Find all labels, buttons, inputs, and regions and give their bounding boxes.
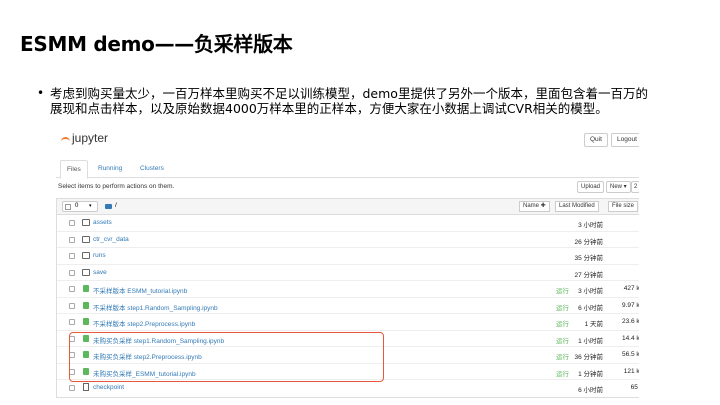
last-modified: 1 分钟前 (578, 370, 603, 378)
select-all-dropdown[interactable]: 0 ▾ (62, 201, 98, 212)
jupyter-logo[interactable]: jupyter (72, 131, 108, 145)
highlight-box (69, 332, 384, 382)
last-modified: 3 小时前 (578, 288, 603, 295)
file-size: 23.6 kB (621, 318, 639, 325)
last-modified: 6 小时前 (578, 387, 603, 394)
file-size: 427 kB (623, 285, 639, 292)
notebook-icon (83, 285, 89, 292)
sort-by-name-button[interactable]: Name ✚ (519, 201, 550, 212)
bullet-dot: • (37, 86, 45, 100)
last-modified: 1 小时前 (578, 337, 603, 345)
quit-button[interactable]: Quit (584, 133, 608, 147)
instruction-text: Select items to perform actions on them. (58, 183, 175, 190)
row-checkbox[interactable] (69, 385, 75, 391)
last-modified: 35 分钟前 (574, 255, 603, 262)
logout-button[interactable]: Logout (611, 133, 639, 147)
last-modified: 36 分钟前 (574, 354, 603, 361)
new-dropdown-button[interactable]: New ▾ (606, 181, 631, 193)
selected-count: 0 (75, 203, 79, 209)
tab-clusters[interactable]: Clusters (134, 160, 170, 178)
bullet-content: 考虑到购买量太少，一百万样本里购买不足以训练模型，demo里提供了另外一个版本，… (50, 86, 648, 116)
row-checkbox[interactable] (69, 253, 75, 259)
select-all-checkbox[interactable] (65, 204, 71, 210)
file-size: 121 kB (623, 367, 639, 375)
file-row[interactable]: 不采样版本 ESMM_tutorial.ipynb运行3 小时前427 kB (57, 281, 639, 298)
tab-bar: Files Running Clusters (56, 160, 639, 179)
sort-by-size-button[interactable]: File size (608, 201, 639, 212)
row-checkbox[interactable] (69, 236, 75, 243)
folder-icon (82, 219, 90, 226)
file-name-link[interactable]: 不采样版本 step1.Random_Sampling.ipynb (93, 302, 218, 312)
last-modified: 1 天前 (584, 321, 603, 328)
file-row[interactable]: ctr_cvr_data 26 分钟前 (57, 232, 639, 248)
file-icon (83, 383, 89, 391)
file-row[interactable]: runs 35 分钟前 (57, 248, 639, 265)
tab-running[interactable]: Running (92, 160, 128, 178)
row-checkbox[interactable] (69, 286, 75, 292)
file-list-header: 0 ▾ / Name ✚ Last Modified File size (57, 199, 639, 215)
file-name-link[interactable]: runs (93, 252, 106, 259)
file-row[interactable]: 不采样版本 step2.Preprocess.ipynb 运行 1 天前 23.6 k… (57, 314, 639, 331)
file-name-link[interactable]: 不采样版本 ESMM_tutorial.ipynb (93, 285, 187, 295)
file-size: 14.4 kB (621, 334, 639, 342)
folder-icon (82, 235, 90, 243)
file-row[interactable]: assets 3 小时前 (57, 215, 639, 232)
tab-files[interactable]: Files (60, 160, 88, 179)
chevron-down-icon: ▾ (89, 203, 92, 209)
jupyter-header: jupyter Quit Logout (56, 128, 639, 150)
last-modified: 26 分钟前 (574, 238, 603, 246)
file-name-link[interactable]: checkpoint (93, 384, 124, 391)
notebook-icon (83, 318, 89, 325)
notebook-icon (83, 301, 89, 309)
file-row[interactable]: 不采样版本 step1.Random_Sampling.ipynb 运行 6 小时前… (57, 298, 639, 314)
row-checkbox[interactable] (69, 220, 75, 226)
file-row[interactable]: checkpoint 6 小时前 65 B (57, 380, 639, 397)
last-modified: 3 小时前 (578, 222, 603, 229)
file-size: 56.5 kB (621, 351, 639, 358)
row-checkbox[interactable] (69, 269, 75, 276)
file-size: 65 B (630, 384, 639, 391)
file-name-link[interactable]: assets (93, 219, 112, 226)
sort-by-modified-button[interactable]: Last Modified (555, 201, 599, 212)
row-checkbox[interactable] (69, 302, 75, 309)
folder-icon[interactable] (105, 204, 112, 209)
bullet-text: • 考虑到购买量太少，一百万样本里购买不足以训练模型，demo里提供了另外一个版… (37, 86, 660, 116)
file-row[interactable]: save 27 分钟前 (57, 265, 639, 281)
file-name-link[interactable]: ctr_cvr_data (93, 236, 129, 243)
folder-icon (82, 268, 90, 276)
refresh-button[interactable]: 2 (631, 181, 639, 193)
row-checkbox[interactable] (69, 319, 75, 325)
last-modified: 6 小时前 (578, 304, 603, 312)
upload-button[interactable]: Upload (577, 181, 605, 193)
slide-title: ESMM demo——负采样版本 (20, 32, 293, 56)
jupyter-logo-icon (61, 137, 70, 146)
file-name-link[interactable]: 不采样版本 step2.Preprocess.ipynb (93, 318, 195, 328)
breadcrumb[interactable]: / (115, 202, 117, 209)
folder-icon (82, 252, 90, 259)
file-name-link[interactable]: save (93, 269, 107, 276)
file-size: 9.97 kB (621, 301, 639, 309)
last-modified: 27 分钟前 (574, 271, 603, 279)
